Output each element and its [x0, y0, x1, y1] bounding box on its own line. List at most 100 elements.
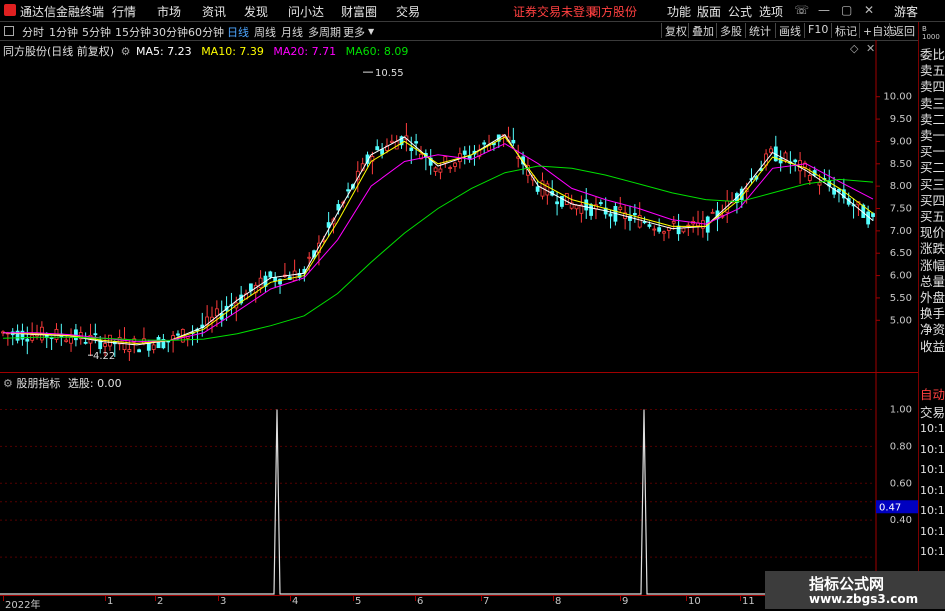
low-price-label: 4.22 [93, 351, 115, 362]
chevron-down-icon[interactable]: ▼ [368, 27, 374, 36]
minimize-icon[interactable]: — [818, 3, 830, 17]
date-tick-mark [620, 596, 621, 601]
candle-body [380, 149, 385, 155]
candle-body [64, 339, 69, 342]
candle-body [448, 167, 453, 169]
panel-tab-icon[interactable]: B 1000 [922, 25, 940, 41]
candle-body [598, 202, 603, 205]
btn-tongji[interactable]: 统计 [745, 23, 774, 38]
indicator-tick-label: 1.00 [890, 404, 912, 415]
price-tick-label: 7.50 [890, 204, 912, 215]
menu-bar: 通达信金融终端 行情 市场 资讯 发现 问小达 财富圈 交易 证券交易未登录 同… [0, 0, 945, 22]
btn-fuquan[interactable]: 复权 [661, 23, 690, 38]
watermark-title: 指标公式网 [809, 575, 885, 593]
candle-body [632, 212, 637, 216]
candle-body [618, 206, 623, 210]
btn-huaxian[interactable]: 画线 [775, 23, 804, 38]
candle-body [375, 146, 380, 151]
date-tick-mark [290, 596, 291, 601]
candle-body [681, 227, 686, 233]
menu-zixun[interactable]: 资讯 [202, 3, 226, 20]
candle-body [414, 141, 419, 144]
kline-chart[interactable]: 5.00 5.50 6.00 6.50 7.00 7.50 8.00 8.50 9.00 9.50… [0, 40, 918, 372]
candle-body [608, 213, 613, 217]
high-price-label: 10.55 [375, 68, 404, 79]
price-tick-label: 7.00 [890, 226, 912, 237]
date-tick-mark [3, 596, 4, 601]
square-icon[interactable] [4, 26, 14, 36]
candle-body [462, 150, 467, 155]
guest-label[interactable]: 游客 [894, 3, 918, 20]
app-title: 通达信金融终端 [20, 5, 105, 19]
period-1min[interactable]: 1分钟 [49, 24, 78, 40]
phone-icon[interactable]: ☏ [794, 3, 809, 17]
price-tick-label: 5.00 [890, 315, 912, 326]
period-60min[interactable]: 60分钟 [188, 24, 224, 40]
btn-duogu[interactable]: 多股 [716, 23, 745, 38]
period-weekly[interactable]: 周线 [254, 24, 276, 40]
candle-body [676, 225, 681, 235]
indicator-tick-label: 0.40 [890, 515, 912, 526]
period-5min[interactable]: 5分钟 [82, 24, 111, 40]
close-icon[interactable]: ✕ [864, 3, 874, 17]
candle-body [433, 167, 438, 172]
maximize-icon[interactable]: ▢ [841, 3, 852, 17]
candle-body [793, 159, 798, 163]
price-tick-label: 9.50 [890, 114, 912, 125]
candle-body [268, 271, 273, 278]
indicator-chart[interactable]: 0.40 0.60 0.80 1.00 0.47 [0, 373, 918, 595]
menu-hangqing[interactable]: 行情 [112, 3, 136, 20]
menu-gongneng[interactable]: 功能 [667, 3, 691, 20]
period-30min[interactable]: 30分钟 [152, 24, 188, 40]
indicator-tick-label: 0.80 [890, 441, 912, 452]
date-tick-label: 2 [157, 596, 164, 607]
auto-trade-tab[interactable]: 自动 [920, 384, 945, 403]
period-fenshi[interactable]: 分时 [22, 24, 44, 40]
menu-wenxiaoda[interactable]: 问小达 [288, 3, 324, 20]
menu-xuanxiang[interactable]: 选项 [759, 3, 783, 20]
site-watermark: 指标公式网 www.zbgs3.com [765, 571, 945, 609]
candle-body [871, 213, 875, 217]
btn-back[interactable]: 返回 [889, 23, 918, 38]
btn-biaoji[interactable]: 标记 [831, 23, 860, 38]
current-value-label: 0.47 [879, 502, 901, 513]
date-tick-label: 4 [292, 596, 299, 607]
ma-line-ma20 [3, 143, 874, 343]
candle-body [176, 333, 180, 336]
menu-banmian[interactable]: 版面 [697, 3, 721, 20]
menu-faxian[interactable]: 发现 [244, 3, 268, 20]
period-multi[interactable]: 多周期 [308, 24, 341, 40]
btn-diejia[interactable]: 叠加 [688, 23, 717, 38]
candle-body [214, 308, 219, 317]
period-monthly[interactable]: 月线 [281, 24, 303, 40]
menu-jiaoyi[interactable]: 交易 [396, 3, 420, 20]
date-tick-label: 1 [107, 596, 114, 607]
date-tick-mark [353, 596, 354, 601]
menu-gongshi[interactable]: 公式 [728, 3, 752, 20]
period-daily[interactable]: 日线 [227, 24, 249, 40]
candle-body [25, 338, 30, 342]
date-tick-label: 11 [742, 596, 755, 607]
candle-body [710, 211, 715, 214]
candle-body [273, 277, 278, 282]
date-tick-mark [415, 596, 416, 601]
price-tick-label: 5.50 [890, 293, 912, 304]
tick-time: 10:10 [920, 483, 945, 497]
tick-time: 10:10 [920, 545, 945, 558]
candle-body [83, 341, 88, 344]
menu-shichang[interactable]: 市场 [157, 3, 181, 20]
btn-f10[interactable]: F10 [804, 23, 831, 38]
candle-body [292, 270, 297, 281]
menu-caifuquan[interactable]: 财富圈 [341, 3, 377, 20]
tick-time: 10:10 [920, 463, 945, 476]
trade-tab[interactable]: 交易 [920, 402, 945, 421]
candle-body [127, 349, 132, 353]
tick-time: 10:10 [920, 442, 945, 456]
period-more[interactable]: 更多 [343, 24, 365, 40]
date-tick-label: 6 [417, 596, 424, 607]
period-15min[interactable]: 15分钟 [115, 24, 151, 40]
trade-login-notice[interactable]: 证券交易未登录 [513, 3, 597, 20]
indicator-tick-label: 0.60 [890, 478, 912, 489]
date-tick-label: 5 [355, 596, 362, 607]
candle-body [817, 182, 822, 186]
